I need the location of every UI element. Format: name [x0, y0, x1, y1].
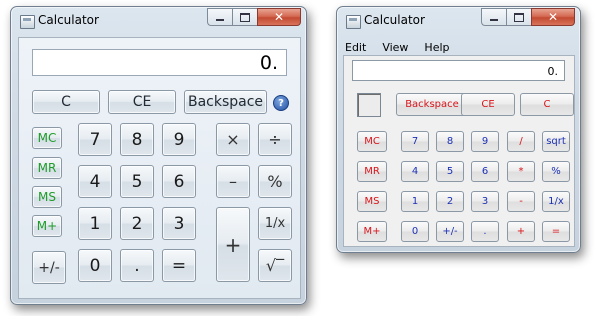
memory-store-button[interactable]: MS — [32, 186, 62, 208]
maximize-button[interactable] — [506, 8, 531, 26]
sign-button[interactable]: +/- — [436, 221, 464, 242]
menu-edit[interactable]: Edit — [345, 41, 366, 55]
close-button[interactable]: ✕ — [257, 8, 301, 26]
multiply-button[interactable]: × — [216, 123, 250, 156]
digit-7-button[interactable]: 7 — [78, 123, 112, 156]
digit-6-button[interactable]: 6 — [162, 165, 196, 198]
digit-2-button[interactable]: 2 — [120, 207, 154, 240]
digit-6-button[interactable]: 6 — [471, 161, 499, 182]
memory-store-button[interactable]: MS — [357, 191, 387, 212]
reciprocal-button[interactable]: 1/x — [542, 191, 570, 212]
minimize-button[interactable] — [481, 8, 506, 26]
minimize-icon — [490, 18, 498, 21]
clear-entry-button[interactable]: CE — [108, 90, 176, 114]
digit-4-button[interactable]: 4 — [78, 165, 112, 198]
maximize-button[interactable] — [232, 8, 257, 26]
memory-clear-button[interactable]: MC — [32, 127, 62, 149]
divide-button[interactable]: ÷ — [258, 123, 292, 156]
vista-calculator-window: Calculator ✕ 0. C CE Backspace ? MC MR M… — [10, 6, 307, 305]
digit-9-button[interactable]: 9 — [162, 123, 196, 156]
equals-button[interactable]: = — [162, 249, 196, 282]
window-controls: ✕ — [207, 8, 301, 26]
clear-entry-button[interactable]: CE — [461, 93, 515, 116]
memory-recall-button[interactable]: MR — [357, 161, 387, 182]
calculator-body: 0. C CE Backspace ? MC MR MS M+ +/- 7 8 … — [18, 37, 301, 299]
equals-button[interactable]: = — [542, 221, 570, 242]
maximize-icon — [240, 12, 250, 22]
sign-button[interactable]: +/- — [32, 251, 66, 284]
add-button[interactable]: + — [216, 207, 250, 282]
memory-recall-button[interactable]: MR — [32, 157, 62, 179]
digit-0-button[interactable]: 0 — [78, 249, 112, 282]
sqrt-button[interactable]: sqrt — [542, 131, 570, 152]
digit-3-button[interactable]: 3 — [471, 191, 499, 212]
digit-5-button[interactable]: 5 — [436, 161, 464, 182]
maximize-icon — [514, 12, 524, 22]
menu-view[interactable]: View — [382, 41, 408, 55]
memory-add-button[interactable]: M+ — [32, 215, 62, 237]
subtract-button[interactable]: – — [216, 165, 250, 198]
clear-button[interactable]: C — [32, 90, 100, 114]
calculator-icon — [346, 15, 361, 29]
digit-1-button[interactable]: 1 — [401, 191, 429, 212]
clear-button[interactable]: C — [520, 93, 574, 116]
title-bar[interactable]: Calculator ✕ — [337, 7, 580, 33]
decimal-button[interactable]: . — [471, 221, 499, 242]
subtract-button[interactable]: - — [507, 191, 535, 212]
percent-button[interactable]: % — [542, 161, 570, 182]
display: 0. — [32, 49, 287, 76]
minimize-button[interactable] — [207, 8, 232, 26]
window-controls: ✕ — [481, 8, 575, 26]
menu-bar: Edit View Help — [343, 41, 575, 55]
minimize-icon — [216, 18, 224, 21]
title-bar[interactable]: Calculator ✕ — [11, 7, 306, 33]
backspace-button[interactable]: Backspace — [396, 93, 468, 116]
sqrt-button[interactable]: √‾ — [258, 249, 292, 282]
close-button[interactable]: ✕ — [531, 8, 575, 26]
classic-calculator-window: Calculator ✕ Edit View Help 0. Backspace… — [336, 6, 581, 253]
percent-button[interactable]: % — [258, 165, 292, 198]
calculator-body: 0. Backspace CE C MC 7 8 9 / sqrt MR 4 5… — [343, 55, 575, 247]
digit-2-button[interactable]: 2 — [436, 191, 464, 212]
display: 0. — [352, 60, 565, 81]
backspace-button[interactable]: Backspace — [184, 90, 267, 114]
menu-help[interactable]: Help — [424, 41, 449, 55]
digit-8-button[interactable]: 8 — [436, 131, 464, 152]
digit-8-button[interactable]: 8 — [120, 123, 154, 156]
reciprocal-button[interactable]: 1/x — [258, 207, 292, 240]
digit-5-button[interactable]: 5 — [120, 165, 154, 198]
memory-clear-button[interactable]: MC — [357, 131, 387, 152]
digit-4-button[interactable]: 4 — [401, 161, 429, 182]
window-title: Calculator — [364, 13, 425, 27]
decimal-button[interactable]: . — [120, 249, 154, 282]
help-icon[interactable]: ? — [273, 95, 289, 111]
digit-9-button[interactable]: 9 — [471, 131, 499, 152]
digit-0-button[interactable]: 0 — [401, 221, 429, 242]
close-icon: ✕ — [273, 10, 285, 24]
window-title: Calculator — [38, 13, 99, 27]
calculator-icon — [20, 15, 35, 29]
divide-button[interactable]: / — [507, 131, 535, 152]
digit-3-button[interactable]: 3 — [162, 207, 196, 240]
digit-1-button[interactable]: 1 — [78, 207, 112, 240]
digit-7-button[interactable]: 7 — [401, 131, 429, 152]
memory-add-button[interactable]: M+ — [357, 221, 387, 242]
multiply-button[interactable]: * — [507, 161, 535, 182]
close-icon: ✕ — [547, 10, 559, 24]
add-button[interactable]: + — [507, 221, 535, 242]
memory-indicator — [357, 93, 381, 117]
